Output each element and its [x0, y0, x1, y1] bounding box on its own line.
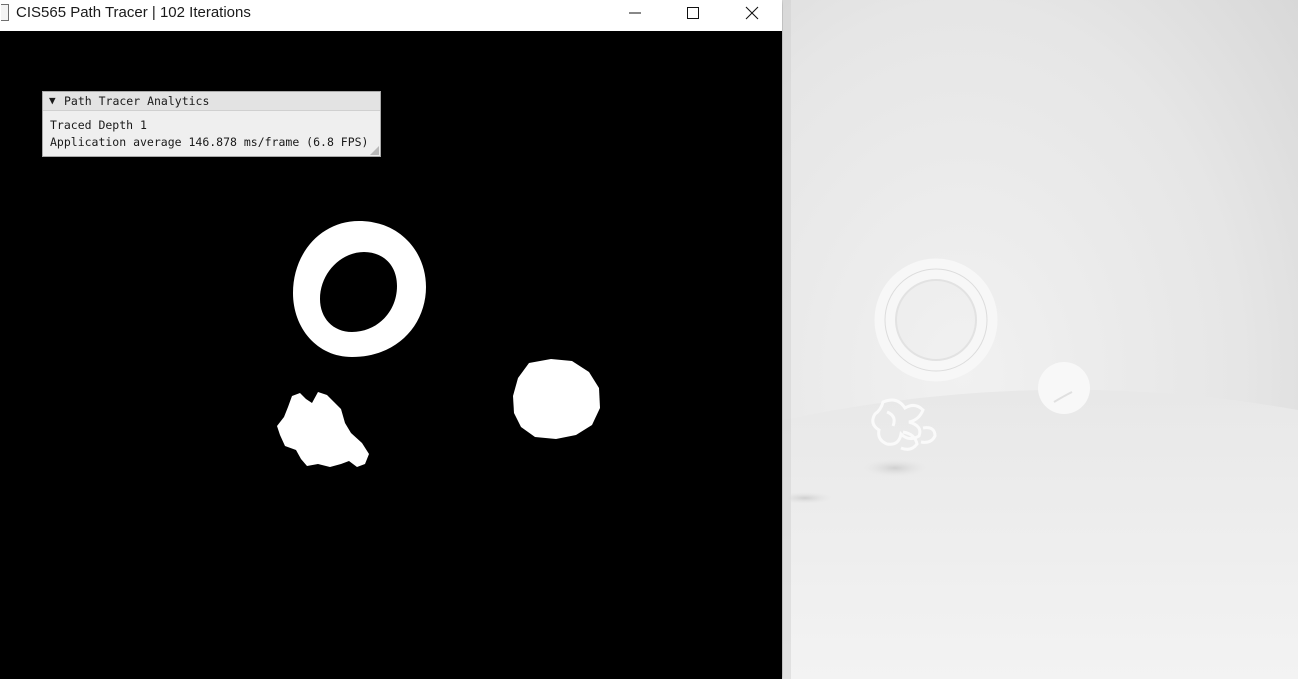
- render-viewport[interactable]: ▼ Path Tracer Analytics Traced Depth 1 A…: [0, 31, 782, 679]
- app-average-text: Application average 146.878 ms/frame (6.…: [50, 135, 369, 149]
- mesh-shadow: [863, 459, 927, 477]
- path-tracer-window: CIS565 Path Tracer | 102 Iterations ▼ Pa…: [0, 0, 782, 679]
- window-title: CIS565 Path Tracer | 102 Iterations: [16, 4, 251, 21]
- render-floor: [783, 389, 1298, 679]
- app-icon: [1, 4, 9, 21]
- sphere-render: [1038, 362, 1090, 414]
- close-icon: [745, 6, 759, 19]
- maximize-button[interactable]: [670, 0, 716, 25]
- mesh-mask: [277, 392, 369, 467]
- resize-grip[interactable]: [370, 146, 379, 155]
- window-shadow-edge: [783, 0, 791, 679]
- close-button[interactable]: [729, 0, 775, 25]
- desktop: CIS565 Path Tracer | 102 Iterations ▼ Pa…: [0, 0, 1298, 679]
- analytics-panel-header[interactable]: ▼ Path Tracer Analytics: [43, 92, 380, 111]
- analytics-panel-title: Path Tracer Analytics: [64, 94, 210, 108]
- rendered-image-preview: [783, 0, 1298, 679]
- collapse-arrow-icon[interactable]: ▼: [49, 94, 56, 107]
- maximize-icon: [687, 6, 699, 19]
- minimize-icon: [629, 12, 641, 13]
- torus-mask: [293, 221, 426, 357]
- analytics-panel[interactable]: ▼ Path Tracer Analytics Traced Depth 1 A…: [42, 91, 381, 157]
- sphere-mask: [513, 359, 600, 439]
- rendered-scene-image: [783, 0, 1298, 679]
- minimize-button[interactable]: [612, 0, 658, 25]
- title-bar[interactable]: CIS565 Path Tracer | 102 Iterations: [0, 0, 782, 31]
- traced-depth-text: Traced Depth 1: [50, 118, 147, 132]
